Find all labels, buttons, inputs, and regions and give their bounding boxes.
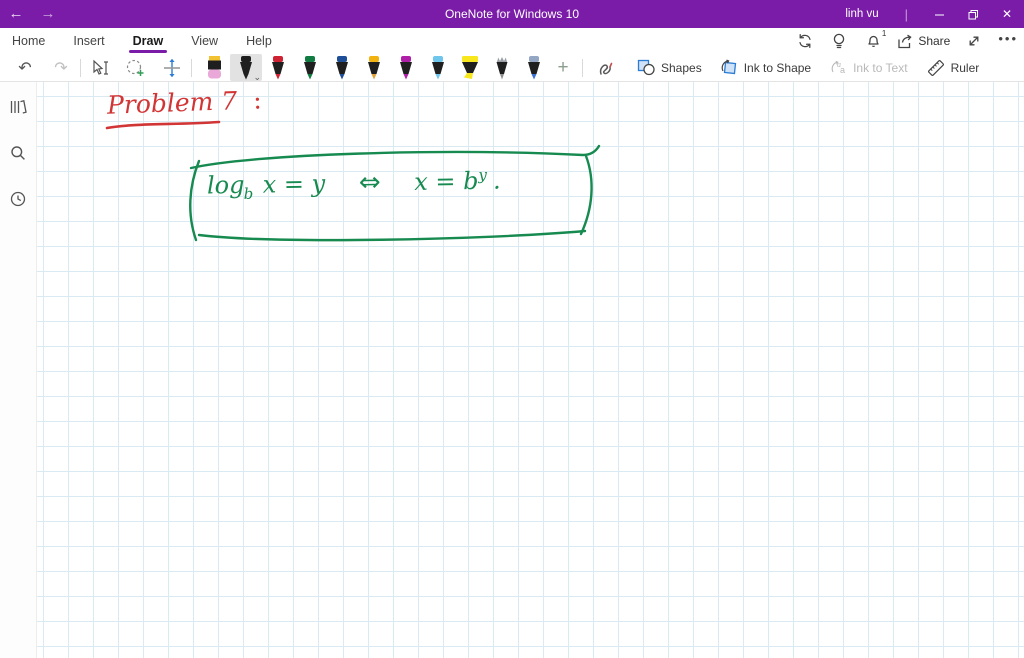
undo-button[interactable]: ↶ [12, 55, 38, 81]
left-rail [0, 82, 37, 658]
tab-home[interactable]: Home [8, 28, 49, 54]
toolbar-separator [582, 58, 583, 77]
toolbar-separator [191, 58, 192, 77]
ink-to-shape-button[interactable]: Ink to Shape [720, 59, 811, 76]
toolbar-separator [80, 58, 81, 77]
formula-period: . [492, 166, 501, 195]
notebooks-icon[interactable] [0, 90, 37, 124]
formula-log: log [206, 170, 245, 200]
paragraph-spacing-button[interactable] [159, 55, 185, 81]
pen-options-chevron-icon[interactable]: ⌄ [253, 72, 261, 83]
red-pen-tool[interactable] [262, 54, 294, 81]
yellow-highlighter-tool[interactable] [454, 54, 486, 81]
add-pen-button[interactable]: + [550, 55, 576, 81]
draw-toolbar: ↶ ↷ ⌄ + Shapes Ink to Shape a a Ink to T… [0, 53, 1024, 83]
share-button[interactable]: Share [897, 34, 950, 49]
shapes-label: Shapes [661, 60, 702, 75]
eraser-tool[interactable] [198, 54, 230, 81]
titlebar: ← → OneNote for Windows 10 linh vu | ✕ [0, 0, 1024, 28]
search-icon[interactable] [0, 136, 37, 170]
formula-lhs: x = y [262, 169, 326, 199]
magenta-pen-tool[interactable] [390, 54, 422, 81]
fullscreen-icon[interactable] [964, 30, 984, 52]
draw-with-touch-button[interactable] [593, 55, 619, 81]
share-icon [898, 34, 912, 48]
close-button[interactable]: ✕ [990, 0, 1024, 28]
yellow-pen-tool[interactable] [358, 54, 390, 81]
lasso-select-button[interactable] [123, 55, 149, 81]
formula-exponent: y [478, 165, 488, 184]
tab-draw[interactable]: Draw [128, 28, 168, 54]
recent-notes-icon[interactable] [0, 182, 37, 216]
minimize-button[interactable] [922, 0, 956, 28]
titlebar-separator: | [904, 6, 908, 22]
ink-to-shape-label: Ink to Shape [743, 60, 812, 75]
ruler-label: Ruler [950, 60, 980, 75]
galaxy-pen-tool[interactable] [518, 54, 550, 81]
notifications-bell-icon[interactable]: 1 [863, 29, 887, 52]
pencil-tool[interactable] [486, 54, 518, 81]
notification-count-badge: 1 [881, 29, 887, 38]
ruler-button[interactable]: Ruler [926, 58, 980, 78]
svg-text:a: a [840, 65, 845, 75]
cyan-pen-tool[interactable] [422, 54, 454, 81]
page-canvas[interactable]: Problem 7: logb x = y ⇔ x = by. [37, 82, 1024, 658]
problem-underline-stroke [105, 120, 221, 130]
tab-view[interactable]: View [187, 28, 222, 54]
restore-button[interactable] [956, 0, 990, 28]
redo-button[interactable]: ↷ [48, 55, 74, 81]
formula-rhs: x = b [414, 166, 479, 196]
blue-pen-tool[interactable] [326, 54, 358, 81]
ribbon-tabs: Home Insert Draw View Help 1 Share ••• [0, 28, 1024, 54]
tab-help[interactable]: Help [242, 28, 276, 54]
handwritten-formula: logb x = y ⇔ x = by. [207, 165, 501, 203]
share-label: Share [918, 34, 951, 48]
formula-base: b [243, 184, 254, 203]
black-pen-tool[interactable]: ⌄ [230, 53, 262, 83]
account-name[interactable]: linh vu [845, 8, 878, 20]
handwritten-problem-title: Problem 7: [106, 85, 263, 120]
onenote-app: ← → OneNote for Windows 10 linh vu | ✕ H… [0, 0, 1024, 658]
formula-iff-arrow: ⇔ [358, 167, 381, 198]
ink-to-text-button: a a Ink to Text [829, 59, 908, 76]
ink-to-text-label: Ink to Text [853, 60, 908, 75]
forward-arrow-icon[interactable]: → [32, 0, 64, 28]
shapes-button[interactable]: Shapes [637, 59, 702, 76]
green-pen-tool[interactable] [294, 54, 326, 81]
select-objects-button[interactable] [87, 55, 113, 81]
sync-icon[interactable] [795, 30, 815, 52]
tab-insert[interactable]: Insert [69, 28, 108, 54]
lightbulb-icon[interactable] [829, 30, 849, 52]
more-options-button[interactable]: ••• [998, 31, 1018, 51]
pen-strip: ⌄ [198, 53, 550, 83]
back-arrow-icon[interactable]: ← [0, 0, 32, 28]
